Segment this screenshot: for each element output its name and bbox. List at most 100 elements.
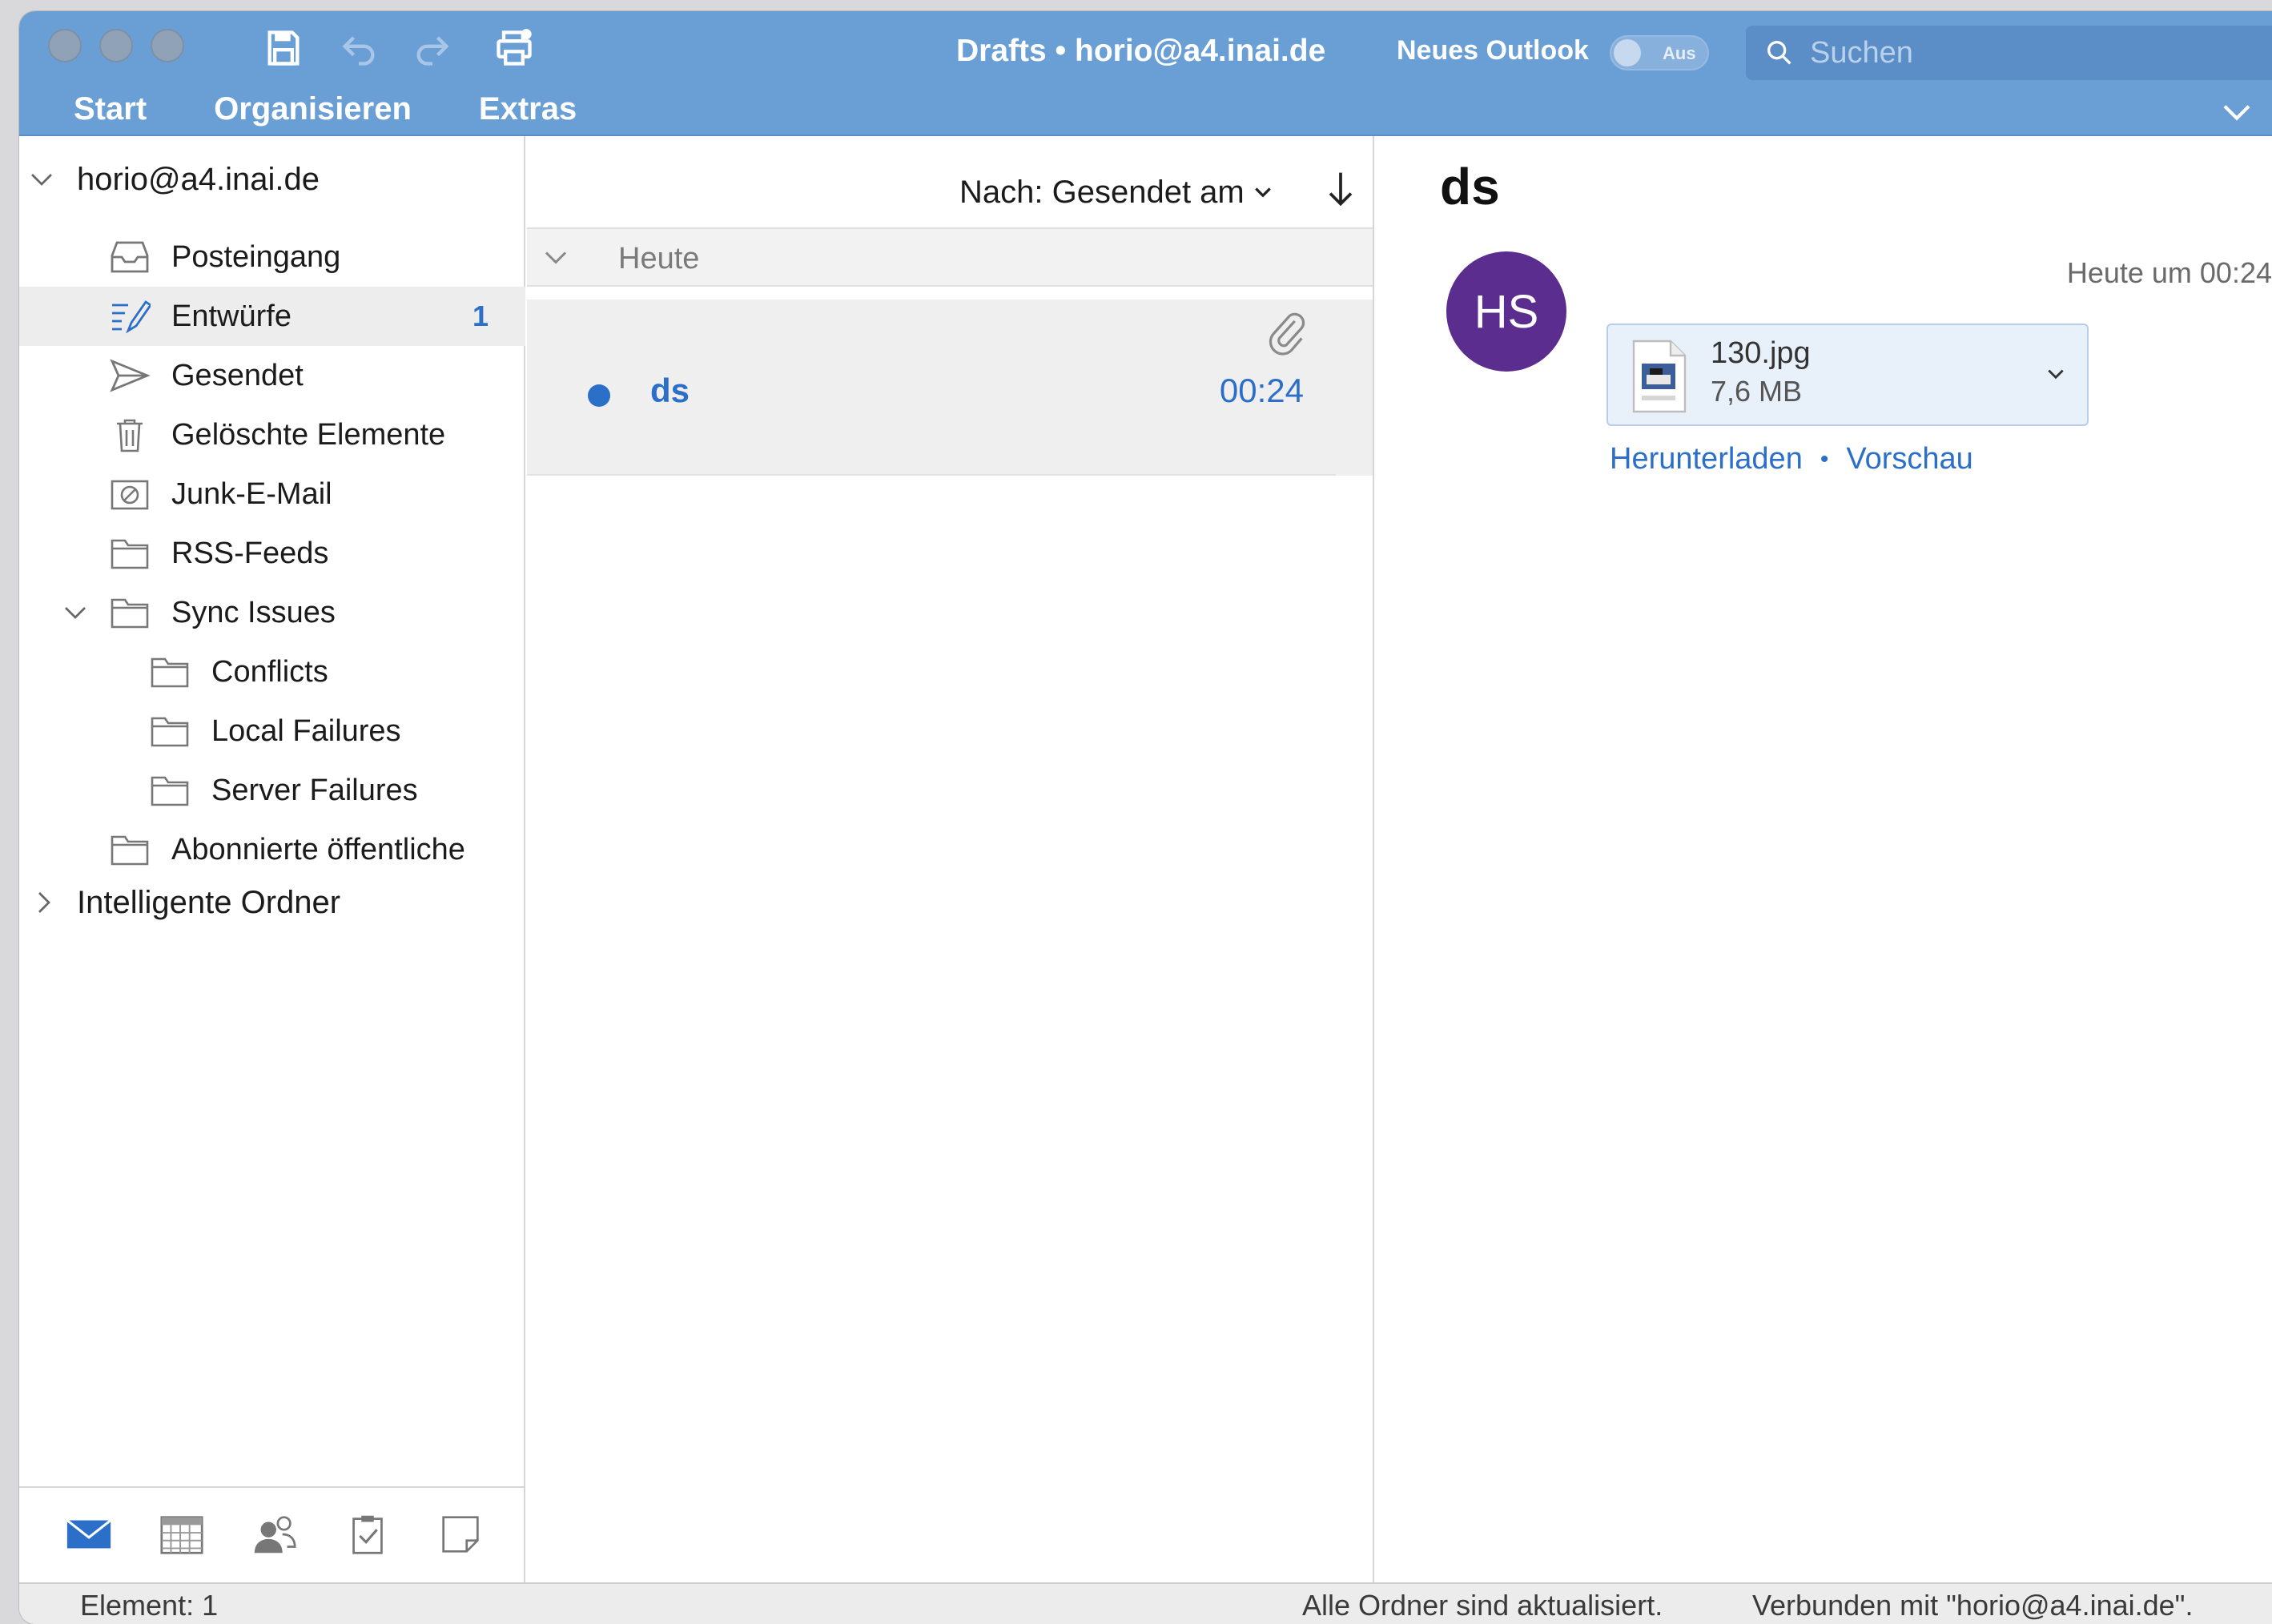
chevron-right-icon[interactable] — [32, 888, 56, 917]
account-label: horio@a4.inai.de — [77, 161, 320, 197]
row-divider — [527, 474, 1336, 476]
inbox-icon — [111, 241, 149, 273]
sidebar-item-posteingang[interactable]: Posteingang — [19, 227, 525, 287]
sidebar-item-server-failures[interactable]: Server Failures — [19, 761, 525, 820]
sidebar-item-label: Abonnierte öffentliche — [171, 832, 465, 866]
unread-count-badge: 1 — [472, 299, 489, 332]
sidebar-item-conflicts[interactable]: Conflicts — [19, 642, 525, 701]
sidebar-item-junk-e-mail[interactable]: Junk-E-Mail — [19, 464, 525, 524]
notes-icon[interactable] — [436, 1512, 485, 1557]
sidebar-item-geloeschte-elemente[interactable]: Gelöschte Elemente — [19, 405, 525, 464]
calendar-icon[interactable] — [157, 1512, 207, 1557]
chevron-down-icon[interactable] — [27, 165, 56, 194]
folder-pane: horio@a4.inai.de Posteingang Entwürfe 1 … — [19, 136, 525, 1582]
item-count-status: Element: 1 — [80, 1589, 219, 1622]
folder-icon — [111, 539, 149, 569]
message-list-pane: Nach: Gesendet am Heute ds 00:24 — [527, 136, 1374, 1582]
group-header-label: Heute — [618, 242, 700, 275]
chevron-down-icon[interactable] — [541, 247, 570, 271]
new-outlook-label: Neues Outlook — [1397, 35, 1589, 66]
unread-dot — [588, 384, 610, 407]
sort-label: Nach: Gesendet am — [959, 175, 1245, 210]
ribbon-collapse-chevron-icon[interactable] — [2221, 101, 2253, 125]
sort-direction-arrow-icon[interactable] — [1325, 168, 1357, 210]
sidebar-item-label: Server Failures — [211, 773, 418, 807]
message-timestamp: Heute um 00:24 — [2066, 256, 2272, 289]
sidebar-item-local-failures[interactable]: Local Failures — [19, 701, 525, 761]
sidebar-item-entwuerfe[interactable]: Entwürfe 1 — [19, 287, 525, 346]
sidebar-item-label: Conflicts — [211, 654, 328, 689]
folder-icon — [151, 657, 189, 688]
tab-extras[interactable]: Extras — [479, 91, 577, 127]
minimize-window-button[interactable] — [99, 29, 133, 62]
reading-pane: ds HS Heute um 00:24 130.jpg 7,6 MB Heru… — [1376, 136, 2272, 1582]
sidebar-item-rss-feeds[interactable]: RSS-Feeds — [19, 524, 525, 583]
connection-status: Verbunden mit "horio@a4.inai.de". — [1752, 1589, 2194, 1622]
paperclip-icon — [1269, 312, 1305, 356]
zoom-window-button[interactable] — [151, 29, 184, 62]
sidebar-item-abonnierte-oeffentliche[interactable]: Abonnierte öffentliche — [19, 820, 525, 879]
sync-status: Alle Ordner sind aktualisiert. — [1302, 1589, 1663, 1622]
mail-icon[interactable] — [64, 1512, 114, 1557]
message-subject-heading: ds — [1440, 158, 1500, 215]
save-icon[interactable] — [261, 26, 306, 70]
attachment-size: 7,6 MB — [1711, 375, 1803, 408]
sender-avatar[interactable]: HS — [1446, 251, 1566, 372]
attachment-actions: Herunterladen • Vorschau — [1610, 442, 1973, 476]
print-icon[interactable] — [492, 26, 537, 70]
sort-dropdown[interactable]: Nach: Gesendet am — [959, 175, 1273, 211]
sidebar-item-label: Gelöschte Elemente — [171, 417, 446, 452]
chevron-down-icon[interactable] — [61, 598, 90, 627]
folder-icon — [151, 717, 189, 747]
chevron-down-icon[interactable] — [2045, 367, 2066, 383]
people-icon[interactable] — [250, 1512, 300, 1557]
sidebar-item-label: RSS-Feeds — [171, 536, 329, 570]
attachment-name: 130.jpg — [1711, 336, 1811, 370]
tab-start[interactable]: Start — [74, 91, 147, 127]
close-window-button[interactable] — [48, 29, 82, 62]
search-box[interactable] — [1746, 26, 2272, 80]
title-bar: Drafts • horio@a4.inai.de Neues Outlook … — [19, 11, 2272, 136]
toggle-knob — [1614, 39, 1641, 66]
sidebar-item-sync-issues[interactable]: Sync Issues — [19, 583, 525, 642]
module-nav-bar — [19, 1486, 524, 1582]
tasks-icon[interactable] — [343, 1512, 392, 1557]
chevron-down-icon — [1254, 187, 1271, 198]
tab-organisieren[interactable]: Organisieren — [214, 91, 412, 127]
account-header[interactable]: horio@a4.inai.de — [19, 155, 524, 203]
attachment-card[interactable]: 130.jpg 7,6 MB — [1606, 324, 2089, 426]
download-link[interactable]: Herunterladen — [1610, 442, 1803, 476]
new-outlook-toggle[interactable]: Aus — [1610, 35, 1709, 70]
drafts-icon — [112, 300, 151, 334]
search-input[interactable] — [1810, 34, 2258, 72]
preview-link[interactable]: Vorschau — [1846, 442, 1972, 476]
sidebar-item-label: Entwürfe — [171, 299, 292, 333]
redo-icon[interactable] — [410, 26, 455, 70]
link-separator: • — [1820, 445, 1829, 472]
folder-icon — [111, 835, 149, 866]
sidebar-item-label: Posteingang — [171, 239, 341, 274]
sidebar-item-label: Local Failures — [211, 714, 401, 748]
sidebar-item-label: Junk-E-Mail — [171, 476, 332, 511]
sidebar-item-label: Gesendet — [171, 358, 304, 392]
message-list-item[interactable]: ds 00:24 — [527, 299, 1373, 476]
sidebar-item-gesendet[interactable]: Gesendet — [19, 346, 525, 405]
undo-icon[interactable] — [336, 26, 381, 70]
jpeg-file-icon — [1632, 340, 1687, 413]
sent-icon — [110, 359, 151, 392]
message-time: 00:24 — [1219, 372, 1304, 409]
smart-folders-label: Intelligente Ordner — [77, 884, 341, 920]
search-icon — [1767, 41, 1791, 65]
outlook-window: Drafts • horio@a4.inai.de Neues Outlook … — [19, 11, 2272, 1624]
window-controls — [48, 29, 184, 62]
smart-folders-header[interactable]: Intelligente Ordner — [19, 876, 525, 929]
sidebar-item-label: Sync Issues — [171, 595, 336, 629]
folder-icon — [151, 776, 189, 806]
window-title: Drafts • horio@a4.inai.de — [956, 34, 1326, 68]
ribbon-tabs: Start Organisieren Extras — [74, 91, 577, 127]
junk-icon — [111, 480, 149, 510]
message-subject: ds — [650, 372, 690, 409]
trash-icon — [117, 419, 143, 452]
folder-icon — [111, 598, 149, 629]
group-header[interactable]: Heute — [527, 227, 1373, 287]
